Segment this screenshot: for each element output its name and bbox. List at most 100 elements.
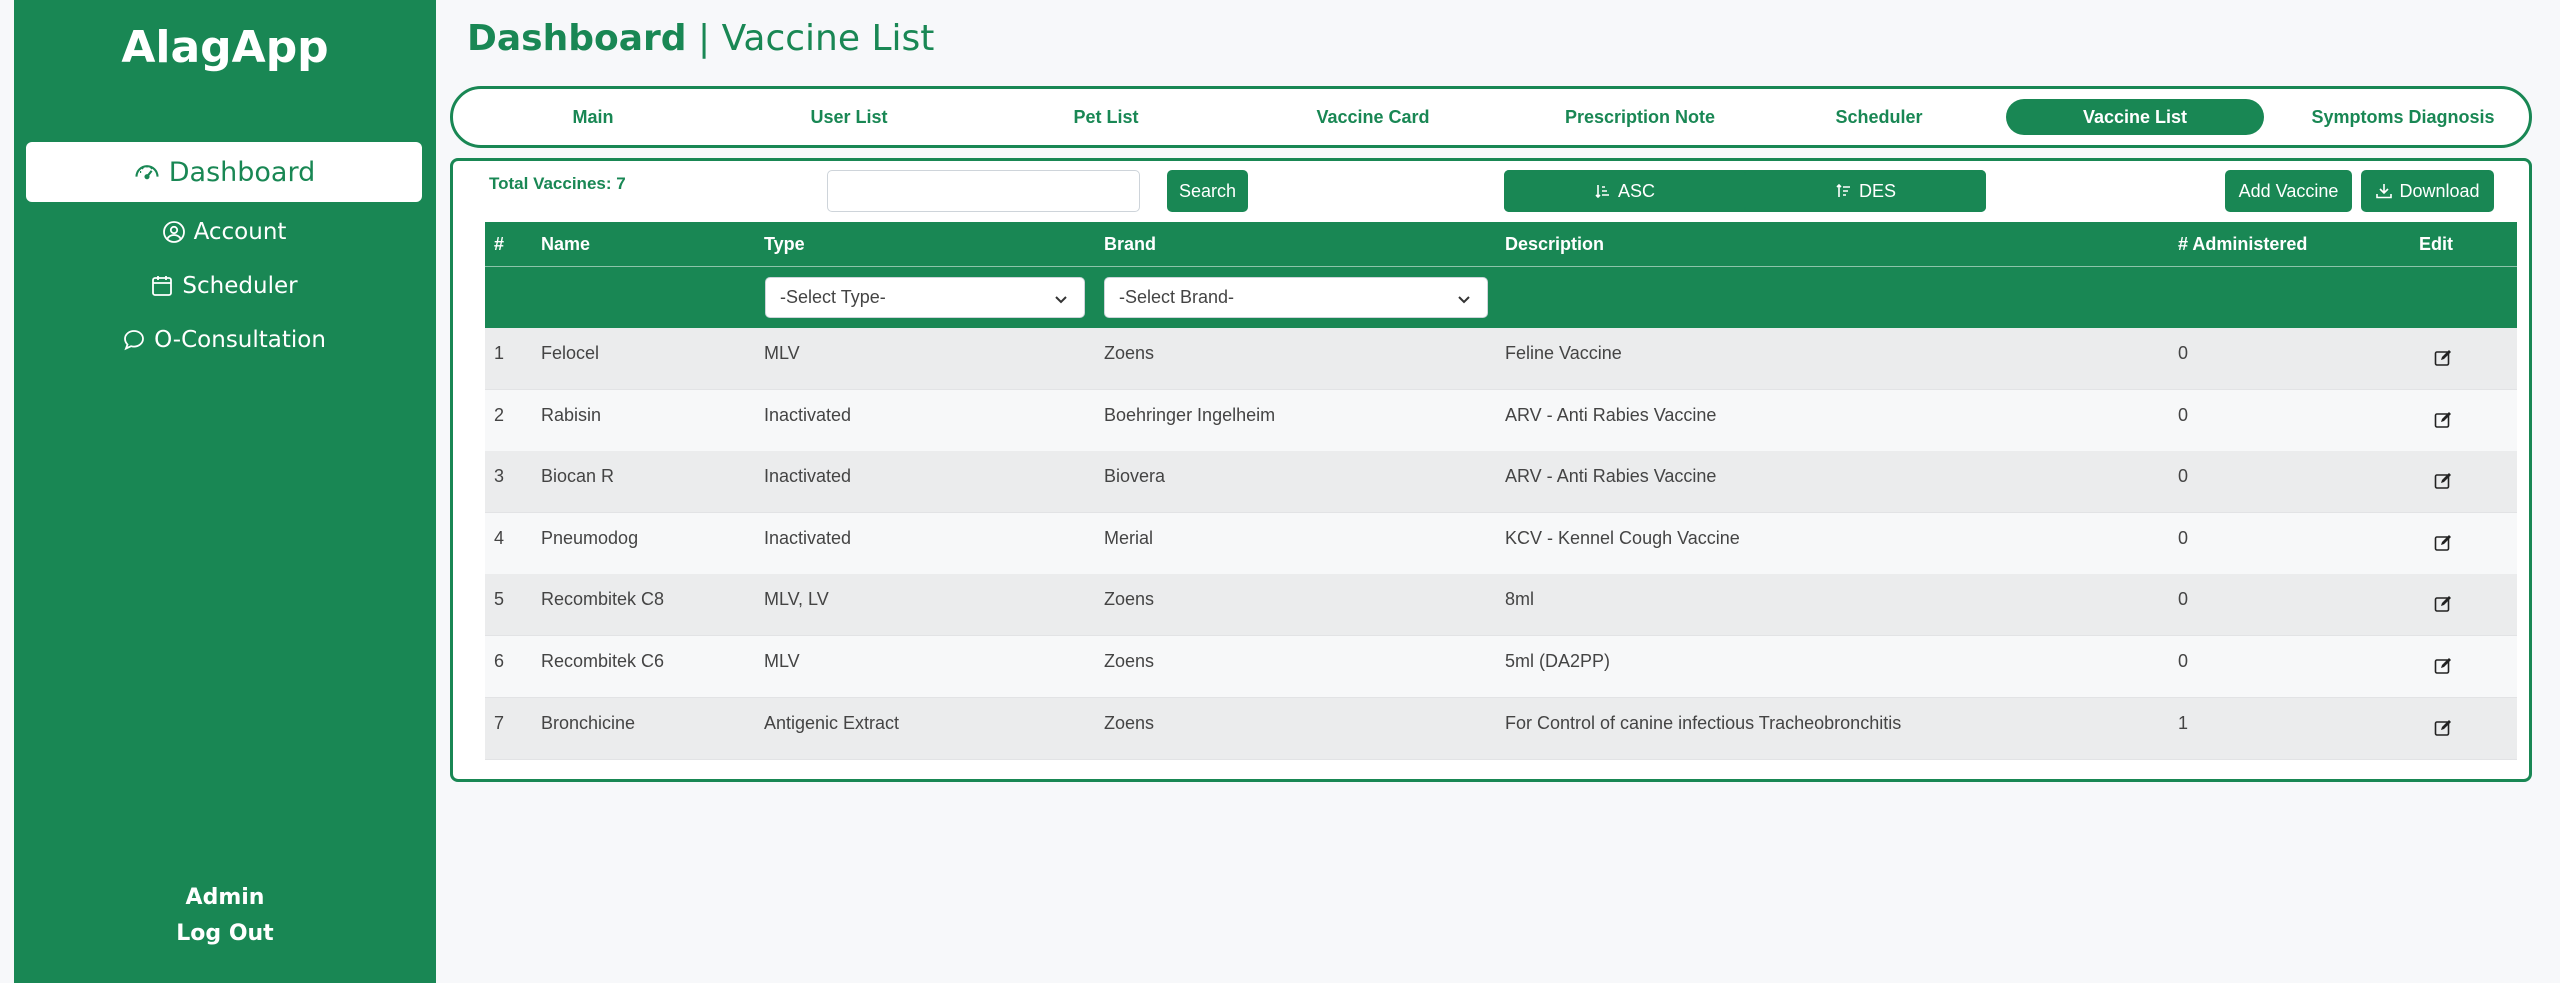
- cell-description: KCV - Kennel Cough Vaccine: [1505, 527, 1740, 548]
- page-title-separator: |: [686, 18, 722, 59]
- tab-main[interactable]: Main: [495, 99, 691, 135]
- edit-icon[interactable]: [2433, 471, 2453, 491]
- tab-symptoms-diagnosis[interactable]: Symptoms Diagnosis: [2278, 99, 2528, 135]
- sidebar-item-account[interactable]: Account: [26, 206, 422, 258]
- sort-des-icon: [1836, 183, 1850, 197]
- edit-icon[interactable]: [2433, 348, 2453, 368]
- cell-brand: Merial: [1104, 527, 1154, 548]
- cell-type: MLV: [764, 651, 800, 671]
- tab-user-list[interactable]: User List: [751, 99, 947, 135]
- cell-brand: Zoens: [1104, 651, 1155, 671]
- tab-vaccine-list[interactable]: Vaccine List: [2006, 99, 2264, 135]
- chat-icon: [124, 330, 144, 351]
- column-header-brand[interactable]: Brand: [1104, 234, 1156, 255]
- cell-brand: Boehringer Ingelheim: [1104, 404, 1276, 425]
- cell-type: Inactivated: [764, 466, 852, 487]
- sort-button-group: ASC DES: [1504, 170, 1986, 212]
- logout-link[interactable]: Log Out: [14, 921, 436, 946]
- cell-number: 1: [494, 343, 505, 363]
- sidebar-item-scheduler[interactable]: Scheduler: [26, 260, 422, 312]
- cell-number: 2: [494, 404, 505, 425]
- cell-description: ARV - Anti Rabies Vaccine: [1505, 466, 1717, 487]
- download-button[interactable]: Download: [2361, 170, 2494, 212]
- cell-number: 3: [494, 466, 505, 487]
- column-header-type[interactable]: Type: [764, 234, 805, 255]
- cell-number: 7: [494, 712, 505, 733]
- sidebar-item-label: Account: [193, 219, 287, 245]
- cell-administered: 0: [2178, 343, 2189, 363]
- sort-des-label: DES: [1858, 180, 1896, 201]
- table-row: 6 Recombitek C6 MLV Zoens 5ml (DA2PP) 0: [485, 636, 2517, 698]
- search-input[interactable]: [827, 170, 1140, 212]
- column-header-name[interactable]: Name: [541, 234, 590, 255]
- chevron-down-icon: [1055, 296, 1067, 304]
- edit-icon[interactable]: [2433, 533, 2453, 553]
- search-button[interactable]: Search: [1167, 170, 1248, 212]
- type-filter-select[interactable]: -Select Type-: [765, 277, 1085, 318]
- type-filter-value: -Select Type-: [780, 287, 886, 307]
- edit-icon[interactable]: [2433, 718, 2453, 738]
- brand-filter-select[interactable]: -Select Brand-: [1104, 277, 1488, 318]
- sidebar-item-label: Dashboard: [168, 156, 316, 188]
- edit-icon[interactable]: [2433, 594, 2453, 614]
- cell-type: Inactivated: [764, 527, 852, 548]
- cell-administered: 0: [2178, 589, 2189, 610]
- calendar-icon: [152, 276, 173, 296]
- sidebar-item-dashboard[interactable]: Dashboard: [26, 142, 422, 202]
- sort-asc-label: ASC: [1617, 180, 1655, 201]
- tab-pet-list[interactable]: Pet List: [1008, 99, 1204, 135]
- sidebar-item-label: O-Consultation: [154, 327, 326, 353]
- cell-administered: 0: [2178, 527, 2189, 548]
- tab-vaccine-card[interactable]: Vaccine Card: [1263, 99, 1483, 135]
- tab-prescription-note[interactable]: Prescription Note: [1515, 99, 1765, 135]
- cell-name: Rabisin: [541, 404, 602, 425]
- download-icon: [2376, 184, 2393, 199]
- column-header-number: #: [494, 234, 505, 254]
- tab-scheduler[interactable]: Scheduler: [1781, 99, 1977, 135]
- column-header-description[interactable]: Description: [1505, 234, 1604, 255]
- cell-description: ARV - Anti Rabies Vaccine: [1505, 404, 1717, 425]
- brand-logo: AlagApp: [121, 22, 329, 73]
- sort-asc-icon: [1595, 185, 1609, 199]
- table-row: 5 Recombitek C8 MLV, LV Zoens 8ml 0: [485, 574, 2517, 637]
- cell-type: MLV, LV: [764, 589, 829, 610]
- cell-name: Biocan R: [541, 466, 615, 487]
- cell-brand: Zoens: [1104, 343, 1155, 363]
- table-row: 2 Rabisin Inactivated Boehringer Ingelheim A…: [485, 389, 2517, 452]
- table-row: 4 Pneumodog Inactivated Merial KCV - Kennel …: [485, 512, 2517, 575]
- cell-administered: 0: [2178, 651, 2189, 671]
- sort-asc-button[interactable]: ASC: [1504, 170, 1745, 212]
- cell-description: For Control of canine infectious Tracheo…: [1505, 712, 1902, 733]
- edit-icon[interactable]: [2433, 656, 2453, 676]
- cell-number: 5: [494, 589, 505, 610]
- sidebar-item-o-consultation[interactable]: O-Consultation: [26, 314, 422, 366]
- column-header-administered[interactable]: # Administered: [2178, 234, 2307, 255]
- cell-name: Pneumodog: [541, 527, 639, 548]
- table-row: 7 Bronchicine Antigenic Extract Zoens For Co…: [485, 697, 2517, 760]
- cell-description: Feline Vaccine: [1505, 343, 1622, 363]
- cell-administered: 0: [2178, 404, 2189, 425]
- cell-administered: 0: [2178, 466, 2189, 487]
- cell-brand: Zoens: [1104, 589, 1155, 610]
- cell-description: 8ml: [1505, 589, 1535, 610]
- brand-filter-value: -Select Brand-: [1119, 287, 1235, 307]
- table-row: 1 Felocel MLV Zoens Feline Vaccine 0: [485, 328, 2517, 390]
- speedometer-icon: [135, 165, 159, 180]
- admin-user-link[interactable]: Admin: [14, 885, 436, 910]
- cell-name: Felocel: [541, 343, 600, 363]
- tab-bar: Main User List Pet List Vaccine Card Pre…: [450, 86, 2532, 148]
- download-label: Download: [2399, 180, 2480, 201]
- cell-type: Antigenic Extract: [764, 712, 900, 733]
- cell-administered: 1: [2178, 712, 2189, 733]
- cell-number: 6: [494, 651, 505, 671]
- cell-brand: Zoens: [1104, 712, 1155, 733]
- cell-description: 5ml (DA2PP): [1505, 651, 1611, 671]
- person-circle-icon: [162, 221, 185, 243]
- add-vaccine-button[interactable]: Add Vaccine: [2225, 170, 2352, 212]
- cell-number: 4: [494, 527, 505, 548]
- edit-icon[interactable]: [2433, 410, 2453, 430]
- page-title-section: Dashboard: [467, 18, 687, 59]
- cell-type: MLV: [764, 343, 800, 363]
- column-header-edit: Edit: [2419, 234, 2453, 254]
- sort-des-button[interactable]: DES: [1745, 170, 1986, 212]
